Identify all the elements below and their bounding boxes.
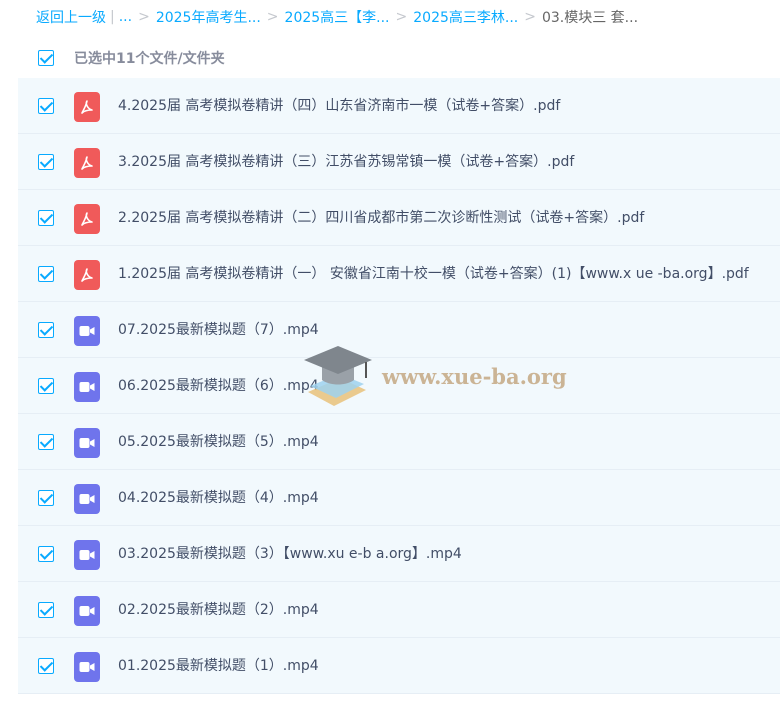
breadcrumb-separator: > (524, 9, 536, 25)
back-link[interactable]: 返回上一级 (36, 7, 106, 27)
video-file-icon (74, 372, 100, 402)
video-file-icon (74, 484, 100, 514)
file-name[interactable]: 04.2025最新模拟题（4）.mp4 (118, 470, 319, 526)
file-name[interactable]: 4.2025届 高考模拟卷精讲（四）山东省济南市一模（试卷+答案）.pdf (118, 78, 560, 134)
video-file-icon (74, 428, 100, 458)
file-row[interactable]: 4.2025届 高考模拟卷精讲（四）山东省济南市一模（试卷+答案）.pdf (18, 78, 780, 134)
file-checkbox[interactable] (38, 434, 54, 450)
pdf-file-icon (74, 260, 100, 290)
file-checkbox[interactable] (38, 154, 54, 170)
file-checkbox[interactable] (38, 98, 54, 114)
file-row[interactable]: 01.2025最新模拟题（1）.mp4 (18, 638, 780, 694)
file-name[interactable]: 05.2025最新模拟题（5）.mp4 (118, 414, 319, 470)
file-row[interactable]: 1.2025届 高考模拟卷精讲（一） 安徽省江南十校一模（试卷+答案）(1)【w… (18, 246, 780, 302)
file-name[interactable]: 02.2025最新模拟题（2）.mp4 (118, 582, 319, 638)
file-list: 4.2025届 高考模拟卷精讲（四）山东省济南市一模（试卷+答案）.pdf 3.… (18, 78, 780, 694)
file-checkbox[interactable] (38, 658, 54, 674)
file-checkbox[interactable] (38, 490, 54, 506)
file-row[interactable]: 2.2025届 高考模拟卷精讲（二）四川省成都市第二次诊断性测试（试卷+答案）.… (18, 190, 780, 246)
breadcrumb-separator: > (266, 9, 279, 25)
file-name[interactable]: 01.2025最新模拟题（1）.mp4 (118, 638, 319, 694)
selection-bar: 已选中11个文件/文件夹 (18, 38, 780, 78)
file-checkbox[interactable] (38, 266, 54, 282)
file-row[interactable]: 3.2025届 高考模拟卷精讲（三）江苏省苏锡常镇一模（试卷+答案）.pdf (18, 134, 780, 190)
select-all-checkbox[interactable] (38, 50, 54, 66)
file-checkbox[interactable] (38, 210, 54, 226)
file-row[interactable]: 06.2025最新模拟题（6）.mp4 (18, 358, 780, 414)
pdf-file-icon (74, 204, 100, 234)
file-row[interactable]: 04.2025最新模拟题（4）.mp4 (18, 470, 780, 526)
breadcrumb-item-3[interactable]: 2025高三李林... (413, 7, 518, 27)
breadcrumb-separator: > (395, 9, 408, 25)
breadcrumb-separator: > (138, 9, 150, 25)
video-file-icon (74, 540, 100, 570)
pdf-file-icon (74, 148, 100, 178)
file-checkbox[interactable] (38, 546, 54, 562)
video-file-icon (74, 316, 100, 346)
pdf-file-icon (74, 92, 100, 122)
file-name[interactable]: 06.2025最新模拟题（6）.mp4 (118, 358, 319, 414)
file-row[interactable]: 03.2025最新模拟题（3）【www.xu e-b a.org】.mp4 (18, 526, 780, 582)
file-name[interactable]: 1.2025届 高考模拟卷精讲（一） 安徽省江南十校一模（试卷+答案）(1)【w… (118, 246, 749, 302)
breadcrumb-current: 03.模块三 套... (541, 10, 639, 26)
file-name[interactable]: 3.2025届 高考模拟卷精讲（三）江苏省苏锡常镇一模（试卷+答案）.pdf (118, 134, 574, 190)
file-row[interactable]: 07.2025最新模拟题（7）.mp4 (18, 302, 780, 358)
file-checkbox[interactable] (38, 378, 54, 394)
selection-count: 已选中11个文件/文件夹 (74, 51, 225, 67)
breadcrumb-pipe: | (110, 9, 115, 25)
breadcrumb: 返回上一级 | ... > 2025年高考生... > 2025高三【李... … (36, 0, 638, 34)
file-row[interactable]: 02.2025最新模拟题（2）.mp4 (18, 582, 780, 638)
video-file-icon (74, 596, 100, 626)
file-checkbox[interactable] (38, 322, 54, 338)
file-checkbox[interactable] (38, 602, 54, 618)
file-row[interactable]: 05.2025最新模拟题（5）.mp4 (18, 414, 780, 470)
file-name[interactable]: 2.2025届 高考模拟卷精讲（二）四川省成都市第二次诊断性测试（试卷+答案）.… (118, 190, 644, 246)
breadcrumb-item-1[interactable]: 2025年高考生... (156, 7, 261, 27)
file-name[interactable]: 07.2025最新模拟题（7）.mp4 (118, 302, 319, 358)
file-name[interactable]: 03.2025最新模拟题（3）【www.xu e-b a.org】.mp4 (118, 526, 462, 582)
breadcrumb-item-2[interactable]: 2025高三【李... (285, 7, 390, 27)
video-file-icon (74, 652, 100, 682)
breadcrumb-ellipsis[interactable]: ... (119, 9, 132, 25)
